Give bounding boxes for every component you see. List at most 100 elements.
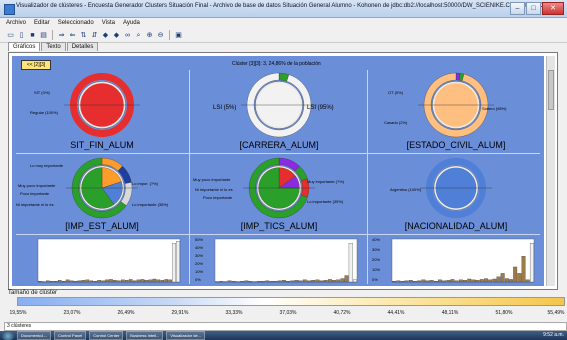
back-icon[interactable]: ◆ — [101, 31, 110, 40]
tab-graficos[interactable]: Gráficos — [8, 42, 41, 51]
pie-label: Lo impor. (?%) — [132, 181, 159, 186]
histogram-bar — [160, 280, 165, 283]
print-icon[interactable]: ▤ — [39, 31, 48, 40]
histogram-bar — [113, 280, 117, 283]
histogram-bar — [311, 280, 316, 283]
histogram-bar — [396, 280, 401, 283]
histogram-bar — [500, 273, 505, 283]
size-tick: 48,11% — [441, 310, 459, 316]
histogram-bar — [298, 280, 303, 283]
pie-label: SIT (0%) — [34, 90, 50, 95]
menu-vista[interactable]: Vista — [102, 18, 115, 28]
open-icon[interactable]: ▭ — [6, 31, 15, 40]
menu-bar: Archivo Editar Seleccionado Vista Ayuda — [0, 18, 567, 28]
taskbar-item[interactable]: Documento1... — [17, 331, 52, 340]
variable-cell[interactable]: SIT (0%) Regular (100%) SIT_FIN_ALUM — [16, 70, 188, 152]
scrollbar-thumb[interactable] — [548, 70, 554, 110]
histogram-bar — [509, 279, 513, 283]
taskbar-item[interactable]: Visualizador de... — [166, 331, 206, 340]
save-icon[interactable]: ■ — [28, 31, 37, 40]
histogram-bar — [49, 280, 54, 283]
histogram-bar — [438, 279, 442, 283]
toolbar-separator — [52, 30, 53, 40]
histogram-bar — [454, 280, 459, 283]
y-tick: 10% — [195, 269, 204, 274]
variable-cell[interactable]: Lo muy importante Muy poco importante Po… — [16, 155, 188, 233]
pie-label: Lo muy importante — [30, 163, 64, 168]
back-cluster-button[interactable]: << [2][3] — [21, 60, 51, 70]
taskbar-item[interactable]: Business Intell... — [126, 331, 164, 340]
histogram-bar — [446, 280, 451, 283]
zoom-in-icon[interactable]: ⊕ — [145, 31, 154, 40]
histogram-bar — [136, 279, 141, 283]
maximize-button[interactable]: □ — [526, 2, 541, 15]
taskbar-item[interactable]: Control Panel — [54, 331, 87, 340]
histogram-cell[interactable]: 50% 40% 30% 20% 10% 0% — [193, 237, 365, 285]
close-button[interactable]: ✕ — [542, 2, 564, 15]
size-tick: 40,72% — [333, 310, 351, 316]
pie-label: LSI (5%) — [213, 105, 237, 111]
pie-label: OT (0%) — [388, 90, 404, 95]
menu-editar[interactable]: Editar — [34, 18, 50, 28]
tab-texto[interactable]: Texto — [41, 42, 66, 51]
histogram-bar — [340, 278, 345, 283]
histogram-bar — [433, 280, 438, 283]
cluster-title: Clúster [3][3]: 3, 24,86% de la població… — [232, 61, 321, 67]
grid-divider — [367, 70, 368, 284]
variable-cell[interactable]: Muy poco importante Ni importante ni lo … — [193, 155, 365, 233]
arrange2-icon[interactable]: ⇐ — [68, 31, 77, 40]
menu-archivo[interactable]: Archivo — [6, 18, 26, 28]
histogram-bar — [256, 280, 261, 283]
menu-ayuda[interactable]: Ayuda — [123, 18, 140, 28]
histogram-bar — [529, 243, 534, 283]
y-tick: 0% — [372, 277, 378, 282]
histogram-bar — [53, 280, 58, 283]
vertical-scrollbar[interactable] — [546, 56, 555, 286]
histogram-bar — [425, 280, 430, 283]
arrange-icon[interactable]: ⇒ — [57, 31, 66, 40]
y-tick: 40% — [372, 237, 381, 242]
variable-cell[interactable]: Argentino (100%) [NACIONALIDAD_ALUM] — [370, 155, 542, 233]
histogram-bar — [450, 279, 455, 283]
histogram-bar — [128, 279, 133, 283]
histogram-bar — [176, 241, 180, 283]
histogram-bar — [38, 280, 42, 283]
variable-cell[interactable]: LSI (5%) LSI (95%) [CARRERA_ALUM] — [193, 70, 365, 152]
new-icon[interactable]: ▯ — [17, 31, 26, 40]
taskbar-item[interactable]: Control Center — [89, 331, 124, 340]
cluster-size-gradient — [17, 297, 565, 306]
menu-seleccionado[interactable]: Seleccionado — [58, 18, 94, 28]
pie-label: Poco importante — [20, 191, 50, 196]
sort2-icon[interactable]: ⇵ — [90, 31, 99, 40]
histogram-plot-area — [391, 238, 535, 283]
forward-icon[interactable]: ◆ — [112, 31, 121, 40]
histogram-cell[interactable]: 40% 30% 20% 10% 0% — [370, 237, 542, 285]
cluster-size-label: Tamaño de clúster — [8, 290, 58, 296]
binoculars-icon[interactable]: ∞ — [123, 31, 132, 40]
info-icon[interactable]: ▣ — [174, 31, 183, 40]
histogram-cell[interactable] — [16, 237, 188, 285]
grid-divider — [16, 153, 540, 154]
histogram-bar — [484, 278, 488, 283]
taskbar: Documento1... Control Panel Control Cent… — [0, 331, 567, 340]
title-bar: Visualizador de clústeres - Encuesta Gen… — [0, 0, 567, 18]
start-button[interactable] — [2, 331, 14, 340]
minimize-button[interactable]: – — [510, 2, 525, 15]
histogram-bar — [392, 280, 397, 283]
tab-detalles[interactable]: Detalles — [66, 42, 99, 51]
y-tick: 20% — [195, 261, 204, 266]
histogram-bar — [421, 279, 426, 283]
cluster-size-ticks: 19,55% 23,07% 26,49% 29,91% 33,33% 37,03… — [0, 306, 567, 318]
histogram-bar — [89, 280, 94, 283]
histogram-bar — [120, 279, 125, 283]
histogram-bar — [336, 279, 341, 283]
size-tick: 51,80% — [495, 310, 513, 316]
histogram-bar — [172, 243, 176, 283]
sort-icon[interactable]: ⇅ — [79, 31, 88, 40]
variable-name: [CARRERA_ALUM] — [239, 140, 319, 150]
zoom-out-icon[interactable]: ⊖ — [156, 31, 165, 40]
histogram-bar — [105, 279, 109, 283]
histogram-bar — [168, 279, 172, 283]
find-icon[interactable]: ⌕ — [134, 31, 143, 40]
variable-cell[interactable]: OT (0%) Soltero (98%) Casado (2%) [ESTAD… — [370, 70, 542, 152]
